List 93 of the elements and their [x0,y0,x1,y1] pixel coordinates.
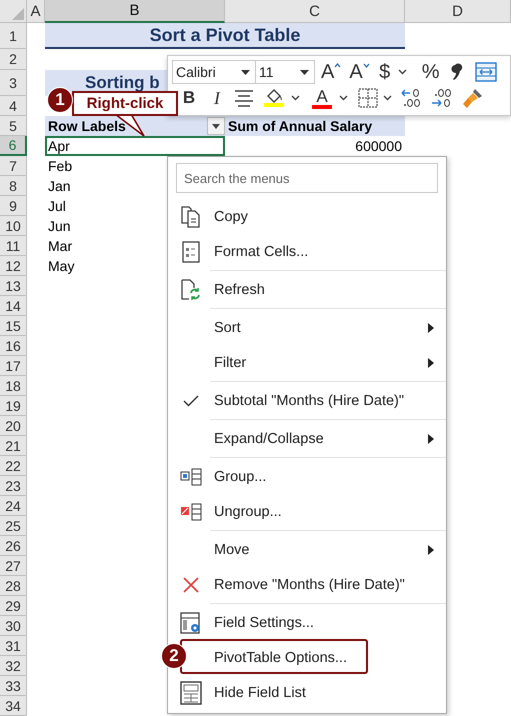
step-badge: 2 [161,643,187,669]
table-cell-text: Mar [47,237,74,256]
table-cell-text: 600000 [354,137,403,156]
paint-bucket-icon [265,89,283,103]
borders-icon [358,88,378,108]
menu-item[interactable]: Ungroup... [214,504,282,520]
paintbrush-icon [462,87,484,109]
align-center-icon [234,89,254,107]
percent-button[interactable]: % [420,60,442,84]
menu-item[interactable]: Group... [214,468,266,484]
close-icon [182,576,200,594]
table-cell: Apr [45,136,225,156]
column-label: Sum of Annual Salary [225,116,405,136]
menu-item[interactable]: Refresh [214,282,265,298]
row-header[interactable]: 31 [0,636,27,656]
table-cell-text: May [47,257,76,276]
caret-up-icon [334,63,342,68]
menu-item[interactable]: Field Settings... [214,614,314,630]
menu-item[interactable]: PivotTable Options... [214,650,347,666]
row-header[interactable]: 6 [0,136,27,156]
column-header[interactable]: D [405,0,511,23]
row-header[interactable]: 23 [0,476,27,496]
table-cell-text: Jul [47,197,67,216]
caret-down-icon [338,95,348,101]
format-cells-icon [182,240,200,262]
row-header[interactable]: 10 [0,216,27,236]
font-size-dropdown[interactable]: 11 [255,60,315,84]
row-header[interactable]: 24 [0,496,27,516]
caret-down-icon [382,95,392,101]
menu-item[interactable]: Format Cells... [214,244,308,260]
caret-down-icon [398,69,408,75]
row-header[interactable]: 33 [0,676,27,696]
row-header[interactable]: 15 [0,316,27,336]
caret-down-icon [212,124,220,128]
menu-item[interactable]: Subtotal "Months (Hire Date)" [214,392,404,408]
row-header[interactable]: 27 [0,556,27,576]
filter-dropdown-button[interactable] [207,117,225,135]
row-header[interactable]: 16 [0,336,27,356]
caret-down-icon [362,63,370,68]
row-header[interactable]: 25 [0,516,27,536]
row-header[interactable]: 3 [0,70,27,96]
row-header[interactable]: 21 [0,436,27,456]
sheet-title: Sort a Pivot Table [45,23,405,49]
search-field[interactable]: Search the menus [176,163,438,193]
increase-decimal-icon [400,87,422,109]
menu-item[interactable]: Remove "Months (Hire Date)" [214,576,405,592]
refresh-icon [181,278,201,300]
row-header[interactable]: 9 [0,196,27,216]
row-header[interactable]: 13 [0,276,27,296]
row-header[interactable]: 11 [0,236,27,256]
row-header[interactable]: 2 [0,49,27,70]
menu-item[interactable]: Filter [214,354,246,370]
menu-item[interactable]: Sort [214,320,241,336]
row-header[interactable]: 12 [0,256,27,276]
row-header[interactable]: 4 [0,96,27,116]
row-header[interactable]: 20 [0,416,27,436]
row-header[interactable]: 18 [0,376,27,396]
column-label: Row Labels [48,118,126,134]
row-header[interactable]: 26 [0,536,27,556]
copy-icon [181,206,201,228]
settings-icon [180,612,202,634]
row-header[interactable]: 22 [0,456,27,476]
wrap-text-icon [475,62,498,82]
caret-down-icon [300,70,309,74]
row-header[interactable]: 19 [0,396,27,416]
row-header[interactable]: 32 [0,656,27,676]
row-header[interactable]: 7 [0,156,27,176]
column-header[interactable]: C [225,0,405,23]
row-header[interactable]: 8 [0,176,27,196]
menu-item[interactable]: Copy [214,208,248,224]
caret-down-icon [290,95,300,101]
row-header[interactable]: 5 [0,116,27,136]
menu-item[interactable]: Expand/Collapse [214,430,324,446]
column-header[interactable]: A [27,0,45,23]
font-name-dropdown[interactable]: Calibri [172,60,256,84]
ungroup-icon [180,502,202,520]
row-header[interactable]: 1 [0,23,27,49]
row-header[interactable]: 34 [0,696,27,716]
group-icon [180,468,202,486]
row-header[interactable]: 29 [0,596,27,616]
table-cell-text: Feb [47,157,74,176]
decrease-decimal-icon [430,87,452,109]
row-header[interactable]: 28 [0,576,27,596]
row-header[interactable]: 30 [0,616,27,636]
row-header[interactable]: 14 [0,296,27,316]
table-cell-text: Jan [47,177,72,196]
menu-item[interactable]: Move [214,542,250,558]
menu-item[interactable]: Hide Field List [214,684,306,700]
table-cell-text: Jun [47,217,72,236]
table-icon [180,680,202,704]
column-header[interactable]: B [45,0,225,23]
row-header[interactable]: 17 [0,356,27,376]
caret-down-icon [241,70,250,74]
